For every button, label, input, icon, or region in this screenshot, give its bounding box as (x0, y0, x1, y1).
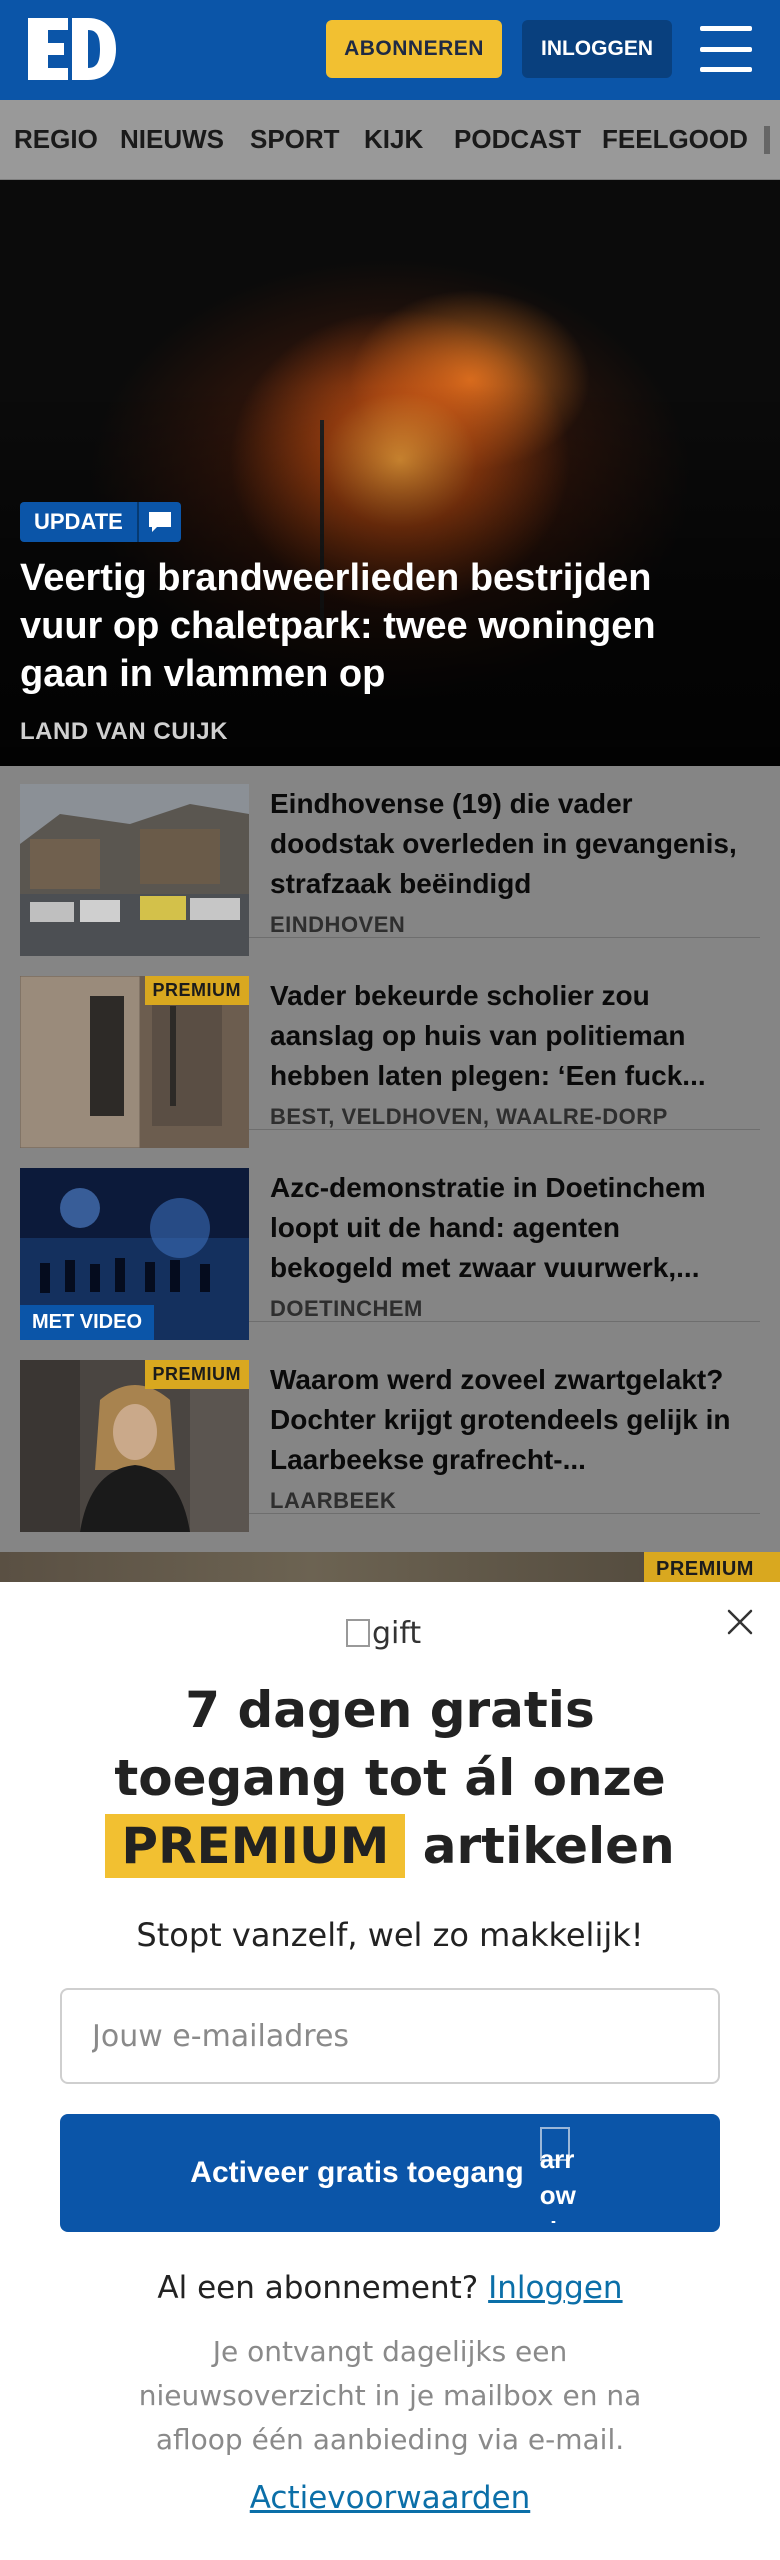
site-header: ABONNEREN INLOGGEN (0, 0, 780, 100)
premium-badge: PREMIUM (644, 1552, 780, 1582)
modal-title-line3-rest: artikelen (422, 1817, 675, 1875)
article-thumbnail: PREMIUM (20, 1360, 249, 1532)
existing-subscription: Al een abonnement? Inloggen (0, 2270, 780, 2306)
activate-trial-button[interactable]: Activeer gratis toegang arrow right (60, 2114, 720, 2232)
comment-icon (136, 502, 181, 542)
update-badge-label: UPDATE (20, 502, 137, 542)
section-nav: REGIO NIEUWS SPORT KIJK PODCAST FEELGOOD (0, 100, 780, 180)
arrow-right-alt-text: arrow right (539, 2144, 576, 2223)
article-title[interactable]: Vader bekeurde scholier zou aanslag op h… (270, 976, 750, 1096)
gift-icon: gift (346, 1612, 434, 1654)
broken-image-icon (346, 1619, 370, 1647)
terms-link[interactable]: Actievoorwaarden (250, 2480, 531, 2516)
nav-item-kijk[interactable]: KIJK (364, 124, 423, 155)
list-item[interactable]: PREMIUM Waarom werd zoveel zwartgelakt? … (20, 1342, 760, 1532)
modal-subtitle: Stopt vanzelf, wel zo makkelijk! (136, 1916, 644, 1954)
article-thumbnail: MET VIDEO (20, 1168, 249, 1340)
terms: Actievoorwaarden (0, 2480, 780, 2516)
menu-icon[interactable] (700, 26, 752, 72)
article-thumbnail (20, 784, 249, 956)
trial-modal: gift 7 dagen gratis toegang tot ál onze … (0, 1582, 780, 2560)
nav-item-nieuws[interactable]: NIEUWS (120, 124, 224, 155)
nav-item-sport[interactable]: SPORT (250, 124, 340, 155)
list-item[interactable]: MET VIDEO Azc-demonstratie in Doetinchem… (20, 1150, 760, 1340)
article-location: EINDHOVEN (270, 912, 406, 937)
hero-location: LAND VAN CUIJK (20, 718, 228, 745)
login-link[interactable]: Inloggen (488, 2270, 622, 2306)
list-item[interactable]: Eindhovense (19) die vader doodstak over… (20, 766, 760, 956)
modal-title-line1: 7 dagen gratis (185, 1681, 595, 1739)
ed-logo[interactable] (28, 18, 116, 80)
article-list: Eindhovense (19) die vader doodstak over… (0, 766, 780, 1581)
nav-item-podcast[interactable]: PODCAST (454, 124, 581, 155)
article-thumbnail: PREMIUM (20, 976, 249, 1148)
nav-item-regio[interactable]: REGIO (14, 124, 98, 155)
premium-badge: PREMIUM (144, 976, 249, 1005)
article-title[interactable]: Eindhovense (19) die vader doodstak over… (270, 784, 750, 904)
login-button[interactable]: INLOGGEN (522, 20, 672, 78)
modal-title: 7 dagen gratis toegang tot ál onze PREMI… (0, 1676, 780, 1880)
article-title[interactable]: Azc-demonstratie in Doetinchem loopt uit… (270, 1168, 750, 1288)
update-badge: UPDATE (20, 502, 181, 542)
disclaimer-text: Je ontvangt dagelijks een nieuwsoverzich… (138, 2335, 642, 2456)
video-badge: MET VIDEO (20, 1305, 155, 1340)
modal-title-line2: toegang tot ál onze (114, 1749, 666, 1807)
hero-article[interactable]: UPDATE Veertig brandweerlieden bestrijde… (0, 180, 780, 766)
existing-subscription-text: Al een abonnement? (157, 2270, 479, 2306)
gift-alt-text: gift (372, 1615, 422, 1651)
premium-badge: PREMIUM (144, 1360, 249, 1389)
close-icon[interactable] (720, 1602, 760, 1642)
article-location: LAARBEEK (270, 1488, 397, 1513)
article-location: DOETINCHEM (270, 1296, 423, 1321)
modal-title-line3: PREMIUM artikelen (0, 1812, 780, 1880)
premium-highlight: PREMIUM (105, 1814, 406, 1878)
subscribe-button[interactable]: ABONNEREN (326, 20, 502, 78)
list-item[interactable]: PREMIUM Vader bekeurde scholier zou aans… (20, 958, 760, 1148)
article-title[interactable]: Waarom werd zoveel zwartgelakt? Dochter … (270, 1360, 750, 1480)
email-field[interactable] (60, 1988, 720, 2084)
activate-trial-label: Activeer gratis toegang (190, 2156, 524, 2189)
nav-overflow-indicator (764, 126, 770, 154)
article-location: BEST, VELDHOVEN, WAALRE-DORP (270, 1104, 668, 1129)
hero-title[interactable]: Veertig brandweerlieden bestrijden vuur … (20, 554, 740, 698)
arrow-right-icon: arrow right (539, 2123, 590, 2223)
nav-item-feelgood[interactable]: FEELGOOD (602, 124, 748, 155)
